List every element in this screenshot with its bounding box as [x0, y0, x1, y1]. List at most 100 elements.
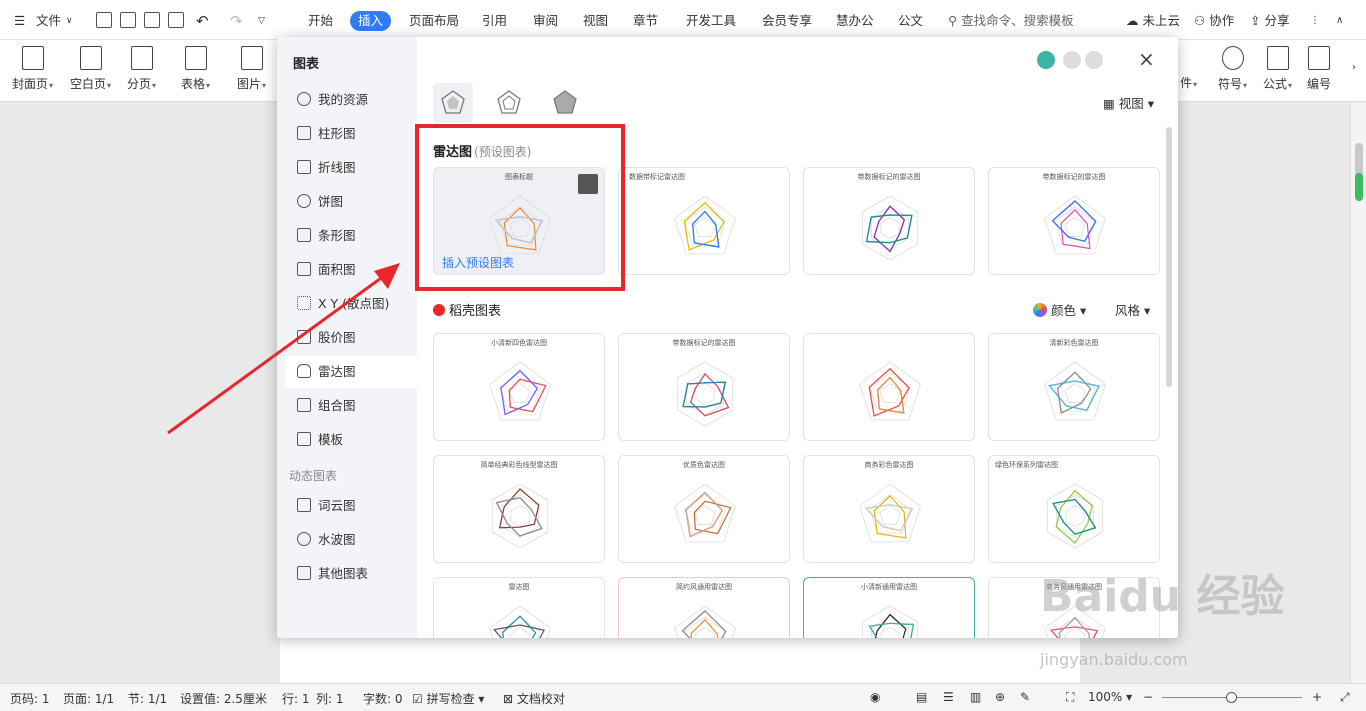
ribbon-scroll-right-icon[interactable]: ›: [1352, 62, 1356, 73]
hamburger-icon[interactable]: ☰: [14, 11, 25, 31]
template-card[interactable]: 优质色雷达图: [618, 455, 790, 563]
zoom-level[interactable]: 100% ▾: [1088, 690, 1132, 704]
formula-button[interactable]: 公式▾: [1263, 46, 1292, 92]
redo-icon[interactable]: ↷: [230, 11, 243, 31]
print-icon[interactable]: [144, 12, 160, 28]
style-picker[interactable]: 风格 ▾: [1115, 300, 1150, 319]
sidebar-item-my-resources[interactable]: 我的资源: [285, 84, 417, 116]
expand-icon[interactable]: ⤢: [1340, 690, 1350, 705]
color-picker[interactable]: 颜色 ▾: [1033, 300, 1086, 319]
column-indicator[interactable]: 列: 1: [316, 690, 344, 707]
sidebar-item-label: 其他图表: [318, 566, 369, 581]
zoom-slider-thumb[interactable]: [1226, 692, 1237, 703]
file-menu[interactable]: 文件: [36, 11, 61, 31]
tab-reference[interactable]: 引用: [482, 11, 507, 31]
highlight-box: [415, 124, 625, 291]
page-break-button[interactable]: 分页▾: [127, 46, 156, 92]
radar-series-line: [682, 381, 727, 408]
sidebar-item-pie[interactable]: 饼图: [285, 186, 417, 218]
template-card[interactable]: 商务彩色雷达图: [803, 455, 975, 563]
tab-insert[interactable]: 插入: [350, 11, 392, 31]
read-view-icon[interactable]: ▥: [970, 690, 981, 704]
radar-markers-style-tab[interactable]: [489, 83, 529, 123]
picture-button[interactable]: 图片▾: [237, 46, 266, 92]
save-icon[interactable]: [96, 12, 112, 28]
undo-icon[interactable]: ↶: [196, 11, 209, 31]
page-number[interactable]: 页码: 1: [10, 690, 50, 707]
spell-check-button[interactable]: ☑ 拼写检查 ▾: [412, 690, 484, 707]
print-preview-icon[interactable]: [168, 12, 184, 28]
tab-page-layout[interactable]: 页面布局: [409, 11, 459, 31]
eye-protect-icon[interactable]: ◉: [870, 690, 880, 704]
tab-member[interactable]: 会员专享: [762, 11, 812, 31]
template-card[interactable]: 带数据标记的雷达图: [618, 333, 790, 441]
word-count[interactable]: 字数: 0: [363, 690, 403, 707]
more-icon[interactable]: ⋮: [1310, 11, 1320, 31]
preset-chart-card[interactable]: 数据带标记雷达图: [618, 167, 790, 275]
filled-radar-style-tab[interactable]: [545, 83, 585, 123]
template-card[interactable]: 清新彩色雷达图: [988, 333, 1160, 441]
sidebar-item-bar[interactable]: 条形图: [285, 220, 417, 252]
tab-developer[interactable]: 开发工具: [686, 11, 736, 31]
collab-button[interactable]: ⚇ 协作: [1194, 11, 1234, 31]
collapse-ribbon-icon[interactable]: ∧: [1336, 11, 1343, 31]
gallery-scrollbar[interactable]: [1166, 127, 1172, 387]
view-toggle[interactable]: ▦ 视图 ▾: [1103, 93, 1154, 112]
template-card[interactable]: 雷达图: [433, 577, 605, 638]
tab-official-doc[interactable]: 公文: [898, 11, 923, 31]
cover-page-button[interactable]: 封面页▾: [12, 46, 53, 92]
setting-value[interactable]: 设置值: 2.5厘米: [180, 690, 267, 707]
sidebar-item-wordcloud[interactable]: 词云图: [285, 490, 417, 522]
template-card[interactable]: 简单经典彩色线型雷达图: [433, 455, 605, 563]
tab-start[interactable]: 开始: [308, 11, 333, 31]
blank-page-button[interactable]: 空白页▾: [70, 46, 111, 92]
section-count[interactable]: 节: 1/1: [128, 690, 167, 707]
page-view-icon[interactable]: ▤: [916, 690, 927, 704]
proofread-button[interactable]: ⊠ 文档校对: [503, 690, 565, 707]
zoom-out-icon[interactable]: −: [1143, 690, 1153, 704]
radar-grid: [499, 372, 541, 412]
radar-style-tab[interactable]: [433, 83, 473, 123]
sidebar-item-column[interactable]: 柱形图: [285, 118, 417, 150]
fit-page-icon[interactable]: ⛶: [1066, 690, 1074, 705]
sidebar-item-line[interactable]: 折线图: [285, 152, 417, 184]
title-bar: ☰ 文件 ∨ ↶ ↷ ▽ 开始 插入 页面布局 引用 审阅 视图 章节 开发工具…: [0, 0, 1366, 40]
symbol-button[interactable]: 符号▾: [1218, 46, 1247, 92]
command-search[interactable]: ⚲ 查找命令、搜索模板: [948, 11, 1074, 31]
customize-icon[interactable]: ▽: [258, 11, 265, 31]
row-indicator[interactable]: 行: 1: [282, 690, 310, 707]
color-label: 颜色: [1051, 303, 1077, 318]
zoom-in-icon[interactable]: +: [1312, 690, 1322, 704]
tab-review[interactable]: 审阅: [533, 11, 558, 31]
cloud-status[interactable]: ☁ 未上云: [1126, 11, 1180, 31]
daoke-logo-icon: [433, 304, 445, 316]
baidu-watermark-logo: Baidu 经验: [1040, 571, 1285, 622]
web-view-icon[interactable]: ⊕: [995, 690, 1005, 704]
vertical-scrollbar[interactable]: [1350, 103, 1366, 683]
sidebar-item-label: 饼图: [318, 194, 344, 209]
template-card[interactable]: 小清新通用雷达图: [803, 577, 975, 638]
table-button[interactable]: 表格▾: [181, 46, 210, 92]
close-icon[interactable]: ×: [1138, 49, 1155, 69]
tab-smart-office[interactable]: 慧办公: [836, 11, 874, 31]
sidebar-item-liquid[interactable]: 水波图: [285, 524, 417, 556]
template-card[interactable]: 简约风通用雷达图: [618, 577, 790, 638]
grid-icon: ▦: [1102, 96, 1119, 111]
template-card[interactable]: 小清新四色雷达图: [433, 333, 605, 441]
page-count[interactable]: 页面: 1/1: [63, 690, 114, 707]
numbering-button[interactable]: 编号: [1307, 46, 1331, 92]
pen-icon[interactable]: ✎: [1020, 690, 1030, 704]
annotation-arrow: [167, 263, 400, 435]
outline-view-icon[interactable]: ☰: [943, 690, 954, 704]
template-card[interactable]: 绿色环保系列雷达图: [988, 455, 1160, 563]
share-button[interactable]: ⇪ 分享: [1250, 11, 1289, 31]
sidebar-item-other[interactable]: 其他图表: [285, 558, 417, 590]
preset-chart-card[interactable]: 带数据标记的雷达图: [803, 167, 975, 275]
attachment-button-partial[interactable]: 件▾: [1180, 74, 1197, 91]
chevron-down-icon[interactable]: ∨: [66, 11, 73, 31]
template-card[interactable]: [803, 333, 975, 441]
tab-chapter[interactable]: 章节: [633, 11, 658, 31]
tab-view[interactable]: 视图: [583, 11, 608, 31]
preset-chart-card[interactable]: 带数据标记的雷达图: [988, 167, 1160, 275]
export-pdf-icon[interactable]: [120, 12, 136, 28]
